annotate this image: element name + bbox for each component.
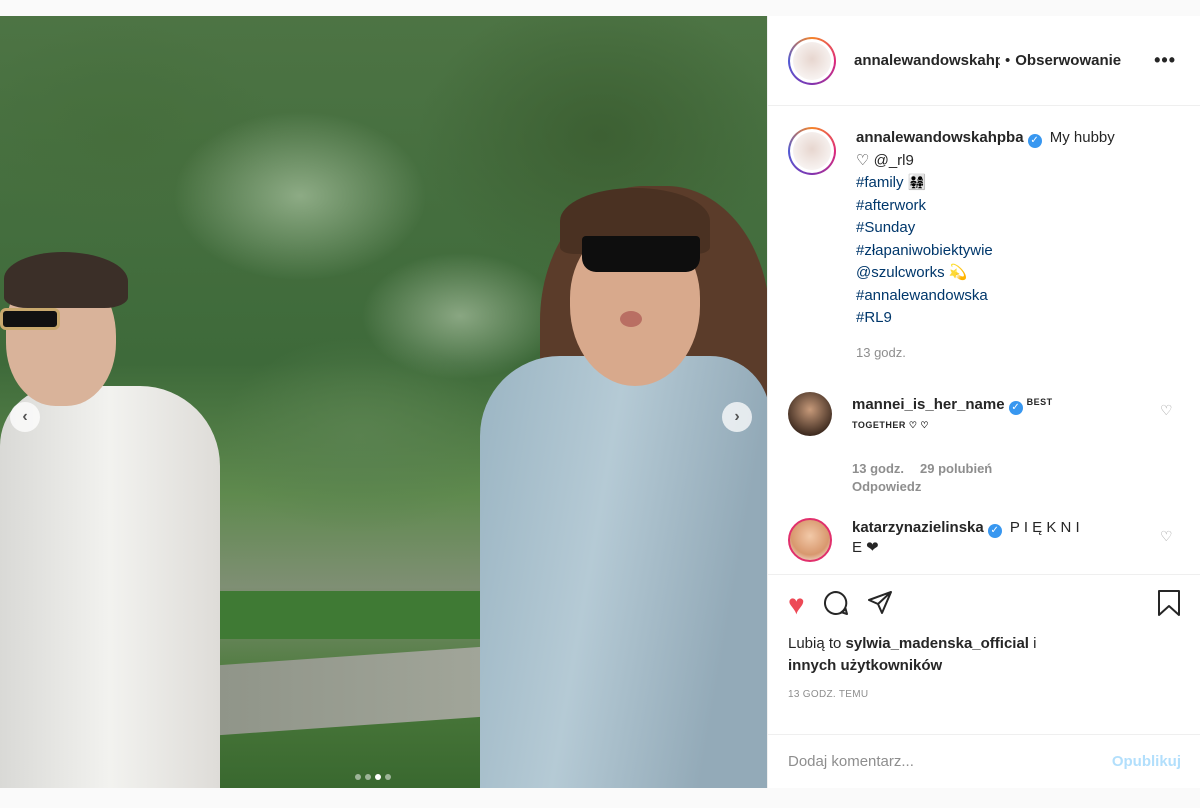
posted-time[interactable]: 13 GODZ. TEMU xyxy=(788,689,1181,700)
action-icons: ♥ xyxy=(788,587,1181,623)
comment-username[interactable]: mannei_is_her_name xyxy=(852,396,1005,413)
more-options-icon[interactable]: ••• xyxy=(1154,50,1176,71)
hashtag[interactable]: #RL9 xyxy=(856,307,1176,330)
carousel-dots xyxy=(355,774,391,780)
comment-text: BEST xyxy=(1026,397,1053,407)
comment-icon[interactable] xyxy=(823,590,849,621)
comment-item: mannei_is_her_name ✓ BEST TOGETHER ♡ ♡ 13 … xyxy=(788,392,1200,496)
comment-like-icon[interactable]: ♡ xyxy=(1160,528,1173,545)
woman-sunglasses xyxy=(582,236,700,272)
hashtag[interactable]: #family 👨‍👩‍👧‍👧 xyxy=(856,172,1176,195)
comment-like-icon[interactable]: ♡ xyxy=(1160,402,1173,419)
following-button[interactable]: Obserwowanie xyxy=(1015,52,1121,69)
likes-conjunction: i xyxy=(1028,635,1037,652)
caption-time: 13 godz. xyxy=(856,344,906,360)
verified-icon: ✓ xyxy=(987,524,1002,538)
caption-mention: ♡ @_rl9 xyxy=(856,151,914,169)
add-comment-bar: Opublikuj xyxy=(768,734,1200,788)
carousel-dot xyxy=(385,774,391,780)
man-hair xyxy=(4,252,128,308)
carousel-dot xyxy=(375,774,381,780)
caption-avatar[interactable] xyxy=(788,127,836,175)
comment-text-line2: TOGETHER ♡ ♡ xyxy=(852,420,929,430)
post-photo[interactable]: ‹ › xyxy=(0,16,767,788)
post-header: annalewandowskahpba • Obserwowanie ••• xyxy=(768,16,1200,106)
comment-text-line2: E ❤ xyxy=(852,539,879,556)
mention-link[interactable]: @szulcworks 💫 xyxy=(856,262,1176,285)
woman-figure xyxy=(470,186,767,788)
comment-username[interactable]: katarzynazielinska xyxy=(852,519,984,536)
hashtag[interactable]: #annalewandowska xyxy=(856,285,1176,308)
likes-user-link[interactable]: sylwia_madenska_official xyxy=(846,635,1029,652)
hedge xyxy=(190,591,510,639)
publish-button[interactable]: Opublikuj xyxy=(1112,753,1181,770)
man-sunglasses xyxy=(0,308,60,330)
chevron-left-icon: ‹ xyxy=(22,408,28,425)
comment-body: mannei_is_her_name ✓ BEST TOGETHER ♡ ♡ 13 … xyxy=(852,392,1132,496)
avatar-image xyxy=(793,41,831,80)
comment-meta: 13 godz. 29 polubień Odpowiedz xyxy=(852,460,1132,496)
post-side-panel: annalewandowskahpba • Obserwowanie ••• a… xyxy=(767,16,1200,788)
avatar-image xyxy=(793,132,831,170)
post-caption: annalewandowskahpba ✓ My hubby ♡ @_rl9 #f… xyxy=(788,127,1200,364)
chevron-right-icon: › xyxy=(734,408,740,425)
carousel-next-button[interactable]: › xyxy=(722,402,752,432)
caption-username[interactable]: annalewandowskahpba xyxy=(856,129,1024,146)
comment-avatar[interactable] xyxy=(788,518,832,562)
likes-summary: Lubią to sylwia_madenska_official i inny… xyxy=(788,633,1181,677)
header-username[interactable]: annalewandowskahpba xyxy=(854,52,1000,69)
carousel-dot xyxy=(355,774,361,780)
hashtag[interactable]: #afterwork xyxy=(856,195,1176,218)
carousel-prev-button[interactable]: ‹ xyxy=(10,402,40,432)
man-figure xyxy=(0,236,230,788)
verified-icon: ✓ xyxy=(1027,134,1042,148)
hashtag[interactable]: #złapaniwobiektywie xyxy=(856,240,1176,263)
comment-item: katarzynazielinska ✓ P I Ę K N I E ❤ ♡ xyxy=(788,518,1200,562)
comment-likes[interactable]: 29 polubień xyxy=(920,461,992,476)
top-strip xyxy=(0,0,1200,16)
comment-avatar[interactable] xyxy=(788,392,832,436)
comment-text: P I Ę K N I xyxy=(1009,519,1080,536)
heart-filled-icon[interactable]: ♥ xyxy=(788,591,805,619)
likes-prefix: Lubią to xyxy=(788,635,846,652)
comments-section[interactable]: annalewandowskahpba ✓ My hubby ♡ @_rl9 #f… xyxy=(768,107,1200,574)
share-icon[interactable] xyxy=(867,590,893,621)
bottom-strip xyxy=(0,788,1200,808)
comment-body: katarzynazielinska ✓ P I Ę K N I E ❤ xyxy=(852,518,1132,562)
caption-body: annalewandowskahpba ✓ My hubby ♡ @_rl9 #f… xyxy=(856,127,1176,364)
header-avatar[interactable] xyxy=(788,36,836,85)
caption-text: My hubby xyxy=(1049,129,1115,146)
bookmark-icon[interactable] xyxy=(1157,589,1181,622)
verified-icon: ✓ xyxy=(1008,401,1023,415)
comment-input[interactable] xyxy=(788,753,1112,770)
hashtag[interactable]: #Sunday xyxy=(856,217,1176,240)
header-separator: • xyxy=(1005,52,1011,69)
woman-lips xyxy=(620,311,642,327)
comment-time: 13 godz. xyxy=(852,461,905,476)
carousel-dot xyxy=(365,774,371,780)
likes-others-link[interactable]: innych użytkowników xyxy=(788,657,942,674)
reply-button[interactable]: Odpowiedz xyxy=(852,479,921,494)
man-jacket xyxy=(0,386,220,788)
post-actions: ♥ Lubią to sylwia_madenska_official i in… xyxy=(768,574,1200,734)
